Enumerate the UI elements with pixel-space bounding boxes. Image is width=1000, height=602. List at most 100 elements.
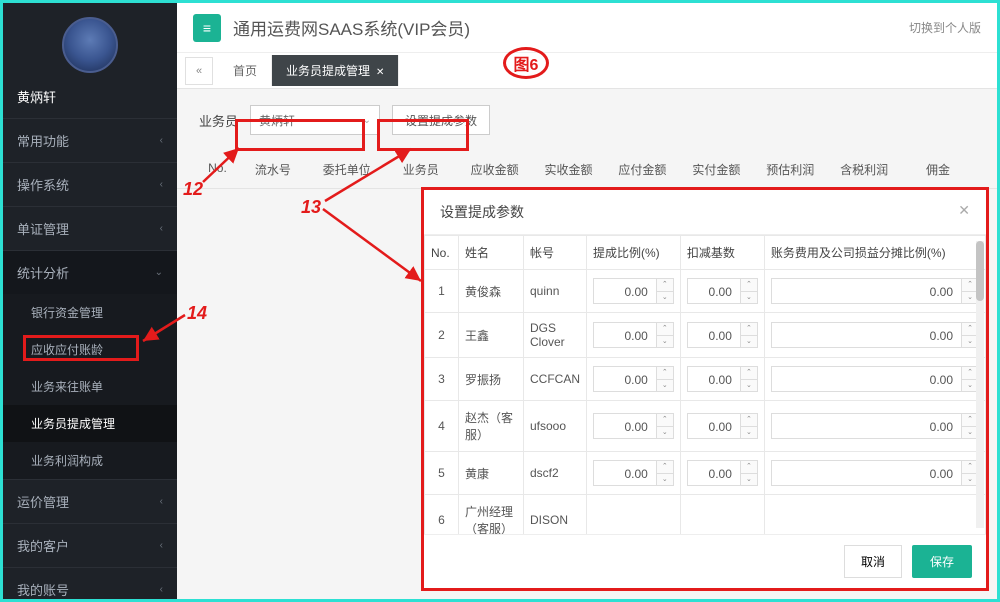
col-payable: 应付金额 [605, 151, 679, 188]
cell-no: 4 [425, 401, 459, 452]
cancel-button[interactable]: 取消 [844, 545, 902, 578]
cell-account: dscf2 [524, 452, 587, 495]
spinner-value[interactable]: 0.00 [687, 413, 740, 439]
number-spinner[interactable]: 0.00⌃⌄ [687, 322, 758, 348]
number-spinner[interactable]: 0.00⌃⌄ [593, 366, 674, 392]
spinner-down-icon[interactable]: ⌄ [656, 291, 674, 304]
submenu-aging[interactable]: 应收应付账龄 [3, 331, 177, 368]
spinner-value[interactable]: 0.00 [687, 366, 740, 392]
spinner-up-icon[interactable]: ⌃ [656, 366, 674, 379]
cell-base: 0.00⌃⌄ [680, 401, 764, 452]
cell-share [764, 495, 985, 535]
number-spinner[interactable]: 0.00⌃⌄ [593, 460, 674, 486]
cell-ratio: 0.00⌃⌄ [587, 358, 681, 401]
cell-ratio [587, 495, 681, 535]
spinner-up-icon[interactable]: ⌃ [656, 322, 674, 335]
cell-base: 0.00⌃⌄ [680, 270, 764, 313]
spinner-value[interactable]: 0.00 [771, 366, 961, 392]
cell-name: 王鑫 [459, 313, 524, 358]
spinner-down-icon[interactable]: ⌄ [740, 473, 758, 486]
number-spinner[interactable]: 0.00⌃⌄ [687, 413, 758, 439]
spinner-down-icon[interactable]: ⌄ [740, 426, 758, 439]
submenu-commission[interactable]: 业务员提成管理 [3, 405, 177, 442]
spinner-value[interactable]: 0.00 [593, 460, 656, 486]
number-spinner[interactable]: 0.00⌃⌄ [771, 460, 979, 486]
cell-base: 0.00⌃⌄ [680, 313, 764, 358]
number-spinner[interactable]: 0.00⌃⌄ [687, 278, 758, 304]
menu-stats[interactable]: 统计分析⌄ [3, 250, 177, 294]
number-spinner[interactable]: 0.00⌃⌄ [771, 413, 979, 439]
number-spinner[interactable]: 0.00⌃⌄ [593, 322, 674, 348]
spinner-value[interactable]: 0.00 [687, 322, 740, 348]
spinner-value[interactable]: 0.00 [687, 278, 740, 304]
number-spinner[interactable]: 0.00⌃⌄ [687, 460, 758, 486]
switch-personal-link[interactable]: 切换到个人版 [909, 19, 981, 36]
menu-docs[interactable]: 单证管理‹ [3, 206, 177, 250]
submenu-profit[interactable]: 业务利润构成 [3, 442, 177, 479]
setup-commission-button[interactable]: 设置提成参数 [392, 105, 490, 135]
salesman-select[interactable]: 黄炳轩 ⌄ [250, 105, 380, 135]
spinner-up-icon[interactable]: ⌃ [740, 278, 758, 291]
spinner-down-icon[interactable]: ⌄ [656, 379, 674, 392]
spinner-up-icon[interactable]: ⌃ [656, 460, 674, 473]
spinner-up-icon[interactable]: ⌃ [740, 413, 758, 426]
submenu-biz-ledger[interactable]: 业务来往账单 [3, 368, 177, 405]
cell-share: 0.00⌃⌄ [764, 270, 985, 313]
save-button[interactable]: 保存 [912, 545, 972, 578]
spinner-value[interactable]: 0.00 [593, 278, 656, 304]
sidebar-toggle-button[interactable]: ≡ [193, 14, 221, 42]
tab-prev-button[interactable]: « [185, 57, 213, 85]
tab-commission[interactable]: 业务员提成管理✕ [272, 55, 399, 86]
spinner-down-icon[interactable]: ⌄ [656, 335, 674, 348]
spinner-value[interactable]: 0.00 [593, 413, 656, 439]
modal-title: 设置提成参数 [440, 202, 524, 222]
cell-share: 0.00⌃⌄ [764, 452, 985, 495]
spinner-down-icon[interactable]: ⌄ [656, 426, 674, 439]
menu-account[interactable]: 我的账号‹ [3, 567, 177, 602]
table-row: 2王鑫DGS Clover0.00⌃⌄0.00⌃⌄0.00⌃⌄ [425, 313, 986, 358]
modal-close-button[interactable]: ✕ [958, 202, 970, 222]
menu-pricing[interactable]: 运价管理‹ [3, 479, 177, 523]
menu-common[interactable]: 常用功能‹ [3, 118, 177, 162]
spinner-down-icon[interactable]: ⌄ [656, 473, 674, 486]
spinner-value[interactable]: 0.00 [771, 413, 961, 439]
spinner-value[interactable]: 0.00 [687, 460, 740, 486]
modal-scroll-thumb[interactable] [976, 241, 984, 301]
spinner-up-icon[interactable]: ⌃ [740, 366, 758, 379]
number-spinner[interactable]: 0.00⌃⌄ [593, 413, 674, 439]
chevron-down-icon: ⌄ [363, 115, 371, 126]
cell-ratio: 0.00⌃⌄ [587, 452, 681, 495]
spinner-down-icon[interactable]: ⌄ [740, 335, 758, 348]
number-spinner[interactable]: 0.00⌃⌄ [771, 366, 979, 392]
spinner-value[interactable]: 0.00 [771, 278, 961, 304]
spinner-up-icon[interactable]: ⌃ [740, 460, 758, 473]
spinner-value[interactable]: 0.00 [771, 322, 961, 348]
menu-ops[interactable]: 操作系统‹ [3, 162, 177, 206]
cell-base: 0.00⌃⌄ [680, 358, 764, 401]
spinner-value[interactable]: 0.00 [593, 322, 656, 348]
spinner-value[interactable]: 0.00 [771, 460, 961, 486]
mcol-base: 扣减基数 [680, 236, 764, 270]
cell-name: 罗振扬 [459, 358, 524, 401]
number-spinner[interactable]: 0.00⌃⌄ [771, 278, 979, 304]
spinner-down-icon[interactable]: ⌄ [740, 379, 758, 392]
spinner-up-icon[interactable]: ⌃ [656, 278, 674, 291]
spinner-value[interactable]: 0.00 [593, 366, 656, 392]
number-spinner[interactable]: 0.00⌃⌄ [687, 366, 758, 392]
toolbar: 业务员 黄炳轩 ⌄ 设置提成参数 [177, 89, 997, 151]
spinner-up-icon[interactable]: ⌃ [740, 322, 758, 335]
spinner-up-icon[interactable]: ⌃ [656, 413, 674, 426]
tab-close-icon[interactable]: ✕ [376, 67, 384, 78]
submenu-bank[interactable]: 银行资金管理 [3, 294, 177, 331]
number-spinner[interactable]: 0.00⌃⌄ [593, 278, 674, 304]
cell-share: 0.00⌃⌄ [764, 313, 985, 358]
cell-ratio: 0.00⌃⌄ [587, 270, 681, 313]
menu-customers[interactable]: 我的客户‹ [3, 523, 177, 567]
avatar[interactable] [62, 17, 118, 73]
spinner-down-icon[interactable]: ⌄ [740, 291, 758, 304]
app-frame: 黄炳轩 常用功能‹ 操作系统‹ 单证管理‹ 统计分析⌄ 银行资金管理 应收应付账… [0, 0, 1000, 602]
cell-account: ufsooo [524, 401, 587, 452]
cell-no: 1 [425, 270, 459, 313]
number-spinner[interactable]: 0.00⌃⌄ [771, 322, 979, 348]
tab-home[interactable]: 首页 [219, 55, 272, 86]
